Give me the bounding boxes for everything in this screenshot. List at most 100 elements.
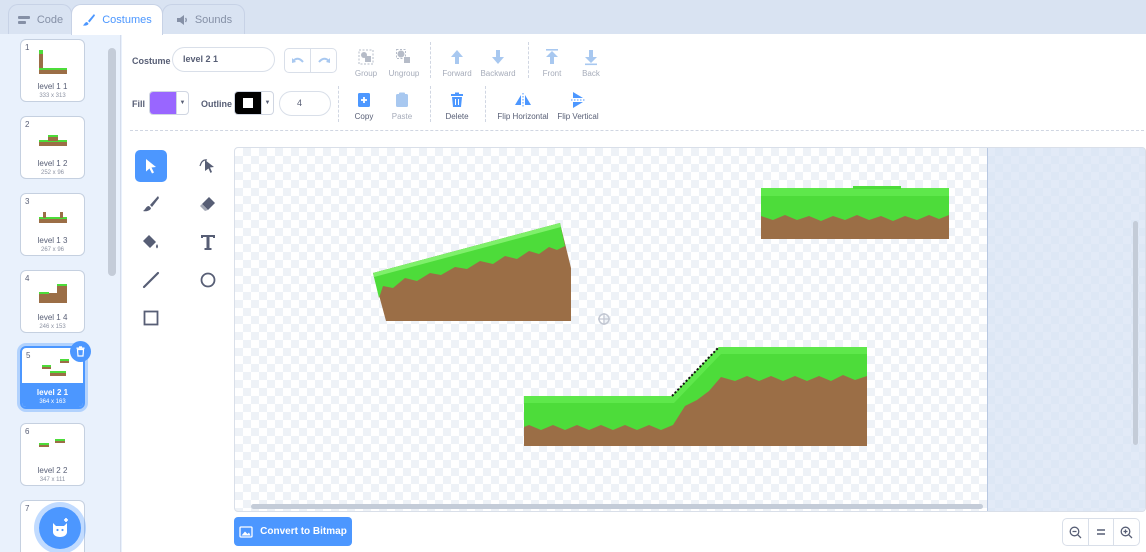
tab-sounds[interactable]: Sounds — [162, 4, 245, 34]
undo-redo-group — [284, 48, 337, 73]
paste-label: Paste — [391, 112, 413, 121]
paint-canvas[interactable] — [234, 147, 1146, 512]
tab-sounds-label: Sounds — [194, 13, 233, 26]
brush-tool[interactable] — [135, 188, 167, 220]
front-label: Front — [542, 69, 562, 78]
redo-button[interactable] — [310, 49, 336, 72]
cat-plus-icon — [53, 518, 68, 537]
canvas-horizontal-scrollbar[interactable] — [251, 504, 983, 509]
backward-icon — [492, 50, 504, 64]
undo-icon — [291, 57, 304, 63]
fill-tool[interactable] — [135, 226, 167, 258]
fill-color-picker[interactable]: ▼ — [149, 91, 189, 115]
flip-vertical-icon — [571, 92, 585, 108]
flip-horizontal-button[interactable]: Flip Horizontal — [489, 91, 557, 121]
eraser-icon — [200, 197, 215, 211]
costume-name-input[interactable]: level 2 1 — [172, 47, 275, 72]
arrow-cursor-icon — [146, 159, 156, 174]
chevron-down-icon: ▼ — [176, 92, 188, 114]
costume-list-scroll-thumb[interactable] — [108, 48, 116, 276]
tab-code[interactable]: Code — [8, 4, 72, 34]
code-icon — [17, 15, 30, 24]
delete-costume-button[interactable] — [70, 341, 91, 362]
costume-item[interactable]: 3 level 1 3 267 x 96 — [20, 193, 85, 256]
toolbar-divider — [485, 86, 486, 122]
text-tool[interactable] — [192, 226, 224, 258]
outline-width-input[interactable]: 4 — [279, 91, 331, 116]
canvas-outside-area — [987, 148, 1145, 511]
zoom-out-button[interactable] — [1063, 519, 1088, 545]
line-icon — [142, 271, 160, 289]
undo-button[interactable] — [285, 49, 310, 72]
costume-thumbnail — [39, 284, 67, 303]
costume-thumbnail — [39, 212, 67, 223]
costume-number: 1 — [25, 43, 30, 52]
costume-item[interactable]: 1 level 1 1 333 x 313 — [20, 39, 85, 102]
tab-code-label: Code — [36, 13, 64, 26]
costume-thumbnail — [39, 50, 67, 74]
costume-item[interactable]: 2 level 1 2 252 x 96 — [20, 116, 85, 179]
costume-list: 1 level 1 1 333 x 313 2 level 1 2 252 x … — [0, 34, 121, 552]
trash-icon — [76, 346, 85, 357]
outline-swatch — [235, 92, 261, 114]
costume-number: 5 — [26, 351, 31, 360]
redo-icon — [317, 57, 330, 63]
costume-name: level 1 1 — [37, 82, 68, 91]
choose-costume-button[interactable] — [39, 507, 81, 549]
eraser-tool[interactable] — [192, 188, 224, 220]
costume-number: 3 — [25, 197, 30, 206]
flip-vertical-label: Flip Vertical — [557, 112, 599, 121]
zoom-reset-button[interactable] — [1087, 519, 1114, 545]
tab-costumes-label: Costumes — [102, 14, 152, 26]
convert-to-bitmap-label: Convert to Bitmap — [260, 526, 347, 537]
costume-dims: 267 x 96 — [40, 247, 65, 253]
costume-dims: 333 x 313 — [39, 93, 66, 99]
ungroup-button[interactable]: Ungroup — [376, 48, 432, 78]
canvas-vertical-scrollbar[interactable] — [1133, 221, 1138, 445]
circle-icon — [200, 272, 216, 288]
costume-number: 4 — [25, 274, 30, 283]
copy-icon — [358, 93, 370, 107]
zoom-in-button[interactable] — [1113, 519, 1139, 545]
text-icon — [201, 235, 215, 250]
circle-tool[interactable] — [192, 264, 224, 296]
chevron-down-icon: ▼ — [261, 92, 273, 114]
costume-name-label: Costume — [132, 56, 171, 66]
flip-vertical-button[interactable]: Flip Vertical — [548, 91, 608, 121]
sloped-platform — [373, 223, 571, 321]
paste-button[interactable]: Paste — [374, 91, 430, 121]
costume-item[interactable]: 4 level 1 4 246 x 153 — [20, 270, 85, 333]
costume-name: level 1 3 — [37, 236, 68, 245]
convert-to-bitmap-button[interactable]: Convert to Bitmap — [234, 517, 352, 546]
forward-label: Forward — [442, 69, 472, 78]
costume-name: level 2 1 — [36, 388, 69, 397]
costume-thumbnail — [42, 359, 69, 376]
rectangle-tool[interactable] — [135, 302, 167, 334]
paint-bucket-icon — [143, 235, 158, 249]
front-icon — [546, 49, 558, 64]
delete-button[interactable]: Delete — [429, 91, 485, 121]
fill-swatch — [150, 92, 176, 114]
costume-dims: 347 x 111 — [39, 477, 66, 483]
copy-label: Copy — [354, 112, 374, 121]
costume-thumbnail — [39, 135, 67, 146]
zoom-out-icon — [1069, 526, 1082, 538]
reshape-tool[interactable] — [192, 150, 224, 182]
zoom-controls — [1062, 518, 1140, 546]
ramp-platform — [524, 346, 867, 446]
select-tool[interactable] — [135, 150, 167, 182]
costume-dims: 252 x 96 — [40, 170, 65, 176]
back-icon — [585, 50, 597, 66]
fill-label: Fill — [132, 99, 145, 109]
reshape-icon — [199, 159, 214, 173]
outline-label: Outline — [201, 99, 232, 109]
costume-dims: 246 x 153 — [39, 324, 66, 330]
costume-item[interactable]: 6 level 2 2 347 x 111 — [20, 423, 85, 486]
backward-button[interactable]: Backward — [470, 48, 526, 78]
costume-name: level 2 2 — [37, 466, 68, 475]
line-tool[interactable] — [135, 264, 167, 296]
outline-color-picker[interactable]: ▼ — [234, 91, 274, 115]
tab-costumes[interactable]: Costumes — [71, 4, 163, 35]
back-button[interactable]: Back — [563, 48, 619, 78]
costume-number: 6 — [25, 427, 30, 436]
